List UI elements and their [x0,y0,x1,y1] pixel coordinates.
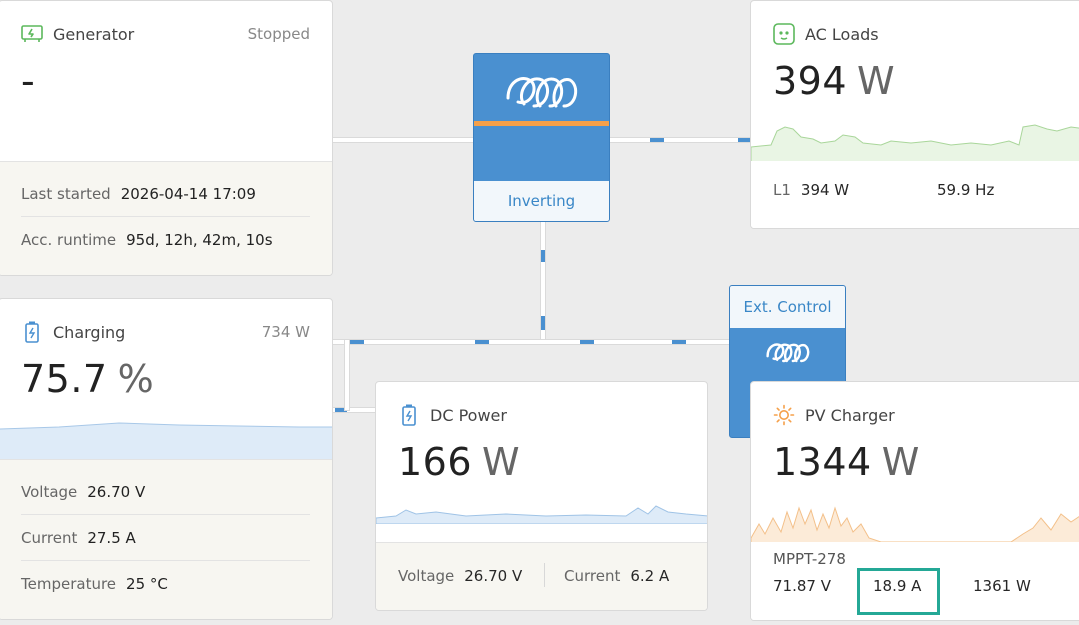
inverter-state: Inverting [474,181,609,221]
voltage-value: 26.70 V [87,482,146,501]
temperature-value: 25 °C [126,575,168,593]
dc-divider [544,563,545,587]
battery-current-row: Current 27.5 A [21,515,310,561]
runtime-label: Acc. runtime [21,231,117,249]
dc-current-value: 6.2 A [630,567,670,585]
last-started-value: 2026-04-14 17:09 [120,184,256,203]
dc-current-label: Current [564,567,621,585]
flow-indicator [650,138,664,142]
ext-control-label: Ext. Control [743,298,832,316]
dc-power-unit: W [482,440,521,484]
battery-voltage-row: Voltage 26.70 V [21,469,310,515]
battery-icon [398,404,420,426]
inverter-node[interactable]: Inverting [473,53,610,222]
battery-soc: 75.7% [21,357,154,401]
ac-loads-power: 394 W [773,59,895,103]
pv-charger-title: PV Charger [805,405,895,425]
flow-indicator [738,138,750,142]
dc-voltage-row: Voltage 26.70 V [398,567,522,585]
last-started-label: Last started [21,184,111,203]
battery-sparkline [0,422,332,461]
battery-soc-value: 75.7 [21,357,108,401]
ac-loads-header: AC Loads [773,23,879,45]
ac-loads-title: AC Loads [805,24,879,44]
runtime-value: 95d, 12h, 42m, 10s [126,231,273,249]
flow-indicator [580,340,594,344]
generator-title: Generator [53,24,135,44]
ac-loads-value: 394 [773,59,848,103]
pv-charger-power: 1344 W [773,440,920,484]
l1-label: L1 [773,181,791,199]
sun-icon [773,404,795,426]
flow-indicator [475,340,489,344]
battery-power: 734 W [261,323,310,341]
ac-frequency: 59.9 Hz [937,181,995,199]
battery-icon [21,321,43,343]
generator-value: - [21,59,36,103]
battery-title: Charging [53,322,126,342]
ext-control-label-box: Ext. Control [730,286,845,328]
dc-power-header: DC Power [398,404,507,426]
victron-logo [506,77,577,108]
l1-power: 394 W [800,181,850,199]
flow-indicator [541,250,545,262]
dc-power-card[interactable]: DC Power 166 W Voltage 26.70 V Current 6.… [375,381,708,611]
ext-control-logo-wrap [730,338,845,366]
ac-loads-details: L1 394 W 59.9 Hz [751,161,1079,228]
dc-voltage-label: Voltage [398,567,455,585]
flow-indicator [541,316,545,330]
dc-power-sparkline [376,505,707,524]
generator-last-started-row: Last started 2026-04-14 17:09 [21,171,310,217]
wire-dc-bus-left [345,340,349,410]
ac-loads-unit: W [857,59,896,103]
battery-temperature-row: Temperature 25 °C [21,561,310,607]
inverter-stripe [474,121,609,126]
wire-generator-inverter [333,138,473,142]
pv-charger-unit: W [881,440,920,484]
generator-status: Stopped [247,25,310,43]
flow-indicator [672,340,686,344]
pv-device-name: MPPT-278 [773,550,846,568]
victron-logo [765,343,809,363]
wire-dc-bus [333,340,730,344]
current-label: Current [21,528,78,547]
flow-indicator [350,340,364,344]
dc-power-value: 166 [398,440,473,484]
pv-charger-value: 1344 [773,440,872,484]
pv-voltage-value: 71.87 V [773,577,831,595]
pv-current-highlight [857,568,940,615]
ac-loads-card[interactable]: AC Loads 394 W L1 394 W 59.9 Hz [750,0,1079,229]
dc-power-title: DC Power [430,405,507,425]
ac-l1-row: L1 394 W [773,181,849,199]
pv-charger-header: PV Charger [773,404,895,426]
ac-loads-sparkline [751,124,1079,163]
dc-current-row: Current 6.2 A [564,567,669,585]
battery-details: Voltage 26.70 V Current 27.5 A Temperatu… [0,459,332,619]
dc-power-power: 166 W [398,440,520,484]
temperature-label: Temperature [21,575,117,593]
battery-soc-unit: % [117,357,155,401]
dc-voltage-value: 26.70 V [464,567,523,585]
battery-header: Charging [21,321,125,343]
inverter-logo-wrap [474,68,609,114]
pv-charger-sparkline [751,506,1079,544]
battery-card[interactable]: Charging 734 W 75.7% Voltage 26.70 V Cur… [0,298,333,620]
wire-inverter-acloads [610,138,751,142]
current-value: 27.5 A [87,528,136,547]
dc-power-details: Voltage 26.70 V Current 6.2 A [376,542,707,610]
voltage-label: Voltage [21,482,78,501]
generator-runtime-row: Acc. runtime 95d, 12h, 42m, 10s [21,217,310,263]
generator-icon [21,23,43,45]
generator-header: Generator [21,23,134,45]
ac-socket-icon [773,23,795,45]
generator-card[interactable]: Generator Stopped - Last started 2026-04… [0,0,333,276]
generator-details: Last started 2026-04-14 17:09 Acc. runti… [0,161,332,275]
pv-power-value: 1361 W [973,577,1031,595]
